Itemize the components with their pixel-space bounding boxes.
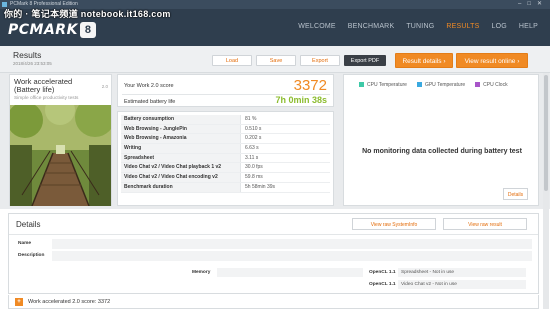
metric-value: 5h 58min 39s [245, 183, 276, 190]
metric-name: Benchmark duration [121, 182, 241, 192]
chevron-right-icon: › [443, 58, 446, 65]
name-row: Name [16, 239, 532, 249]
result-summary-row[interactable]: + Work accelerated 2.0 score: 3372 [8, 295, 539, 309]
metric-value: 0.510 s [245, 125, 262, 132]
result-summary-text: Work accelerated 2.0 score: 3372 [28, 299, 111, 305]
no-data-message: No monitoring data collected during batt… [362, 148, 522, 155]
opencl-label: OpenCL 1.1 [369, 282, 396, 287]
window-controls[interactable]: –□✕ [518, 0, 548, 9]
legend-item: CPU Temperature [359, 82, 407, 88]
score-box: Your Work 2.0 score 3372 Estimated batte… [117, 74, 334, 107]
metric-name: Writing [121, 144, 241, 153]
load-button[interactable]: Load [212, 55, 252, 66]
nav-item-log[interactable]: LOG [486, 23, 513, 30]
score-label: Your Work 2.0 score [124, 83, 174, 89]
test-image [10, 105, 111, 206]
name-value [52, 239, 532, 249]
monitoring-details-button[interactable]: Details [503, 188, 528, 200]
metric-value: 3.11 s [245, 154, 259, 161]
metric-value: 81 % [245, 116, 257, 122]
battery-life-value: 7h 0min 38s [275, 95, 327, 105]
description-row: Description [16, 251, 532, 261]
metric-row: Spreadsheet 3.11 s [121, 153, 330, 164]
test-version: 2.0 [101, 84, 108, 89]
legend-label: CPU Temperature [367, 82, 407, 88]
test-title: Work accelerated (Battery life) [14, 77, 73, 94]
page-title: Results [13, 50, 42, 60]
divider [9, 234, 538, 235]
monitoring-legend: CPU Temperature GPU Temperature CPU Clock [359, 82, 508, 88]
metric-name: Video Chat v2 / Video Chat playback 1 v2 [121, 163, 241, 173]
metric-name: Video Chat v2 / Video Chat encoding v2 [121, 173, 241, 182]
metric-name: Web Browsing - Amazonia [121, 134, 241, 144]
nav-item-welcome[interactable]: WELCOME [292, 23, 342, 30]
opencl-label: OpenCL 1.1 [369, 270, 396, 275]
result-date: 2018/4/26 23:53:05 [13, 61, 52, 66]
metric-name: Battery consumption [121, 115, 241, 124]
opencl-value: Video Chat v2 - Not in use [398, 280, 526, 289]
legend-swatch [416, 82, 422, 87]
metric-row: Web Browsing - JunglePin 0.510 s [121, 124, 330, 135]
test-card: Work accelerated (Battery life) 2.0 Simp… [9, 74, 112, 206]
description-value [52, 251, 532, 261]
save-button[interactable]: Save [256, 55, 296, 66]
nav-item-help[interactable]: HELP [513, 23, 544, 30]
legend-swatch [475, 82, 481, 87]
legend-swatch [359, 82, 364, 87]
legend-item: CPU Clock [475, 82, 508, 88]
close-icon[interactable]: ✕ [537, 1, 548, 7]
metric-value: 6.63 s [245, 145, 259, 152]
scrollbar-thumb[interactable] [544, 75, 548, 191]
metric-row: Writing 6.63 s [121, 144, 330, 154]
opencl-value: Spreadsheet - Not in use [398, 268, 526, 277]
expand-icon[interactable]: + [15, 298, 23, 306]
metric-row: Benchmark duration 5h 58min 39s [121, 182, 330, 193]
score-value: 3372 [293, 77, 327, 94]
legend-item: GPU Temperature [416, 82, 466, 88]
metric-value: 59.8 ms [245, 174, 263, 181]
results-main: Work accelerated (Battery life) 2.0 Simp… [0, 73, 550, 209]
results-toolbar: Results 2018/4/26 23:53:05 Load Save Exp… [0, 46, 550, 73]
metric-row: Video Chat v2 / Video Chat playback 1 v2… [121, 163, 330, 174]
minimize-icon[interactable]: – [518, 1, 527, 7]
scrollbar[interactable] [543, 73, 549, 309]
nav-item-benchmark[interactable]: BENCHMARK [342, 23, 401, 30]
battery-life-label: Estimated battery life [124, 99, 176, 105]
metric-name: Spreadsheet [121, 153, 241, 163]
monitoring-panel: CPU Temperature GPU Temperature CPU Clock … [343, 74, 539, 206]
view-raw-result-button[interactable]: View raw result [443, 218, 527, 230]
nav-item-tuning[interactable]: TUNING [400, 23, 440, 30]
legend-label: GPU Temperature [424, 82, 466, 88]
main-nav: WELCOME BENCHMARK TUNING RESULTS LOG HELP [292, 23, 544, 30]
metric-row: Web Browsing - Amazonia 0.202 s [121, 134, 330, 145]
details-title: Details [16, 220, 41, 229]
memory-label: Memory [192, 270, 211, 275]
pcmark-logo: PCMARK 8 [8, 22, 96, 38]
export-button[interactable]: Export [300, 55, 340, 66]
nav-item-results[interactable]: RESULTS [440, 23, 485, 30]
details-panel: Details View raw SystemInfo View raw res… [8, 213, 539, 294]
memory-value [217, 268, 363, 277]
view-raw-sysinfo-button[interactable]: View raw SystemInfo [352, 218, 436, 230]
metric-value: 30.0 fps [245, 164, 263, 171]
metric-name: Web Browsing - JunglePin [121, 124, 241, 134]
test-subtitle: Simple office productivity tests [14, 96, 79, 101]
site-watermark: 你的 · 笔记本频道 notebook.it168.com [4, 9, 171, 19]
legend-label: CPU Clock [483, 82, 508, 88]
chevron-right-icon: › [517, 58, 520, 65]
metric-row: Video Chat v2 / Video Chat encoding v2 59… [121, 173, 330, 183]
result-details-button[interactable]: Result details › [395, 53, 453, 68]
view-online-button[interactable]: View result online › [456, 53, 528, 68]
metrics-table: Battery consumption 81 % Web Browsing - Ju… [117, 111, 334, 206]
maximize-icon[interactable]: □ [527, 1, 537, 7]
metric-value: 0.202 s [245, 135, 262, 142]
metric-row: Battery consumption 81 % [121, 115, 330, 125]
export-pdf-button[interactable]: Export PDF [344, 55, 386, 66]
